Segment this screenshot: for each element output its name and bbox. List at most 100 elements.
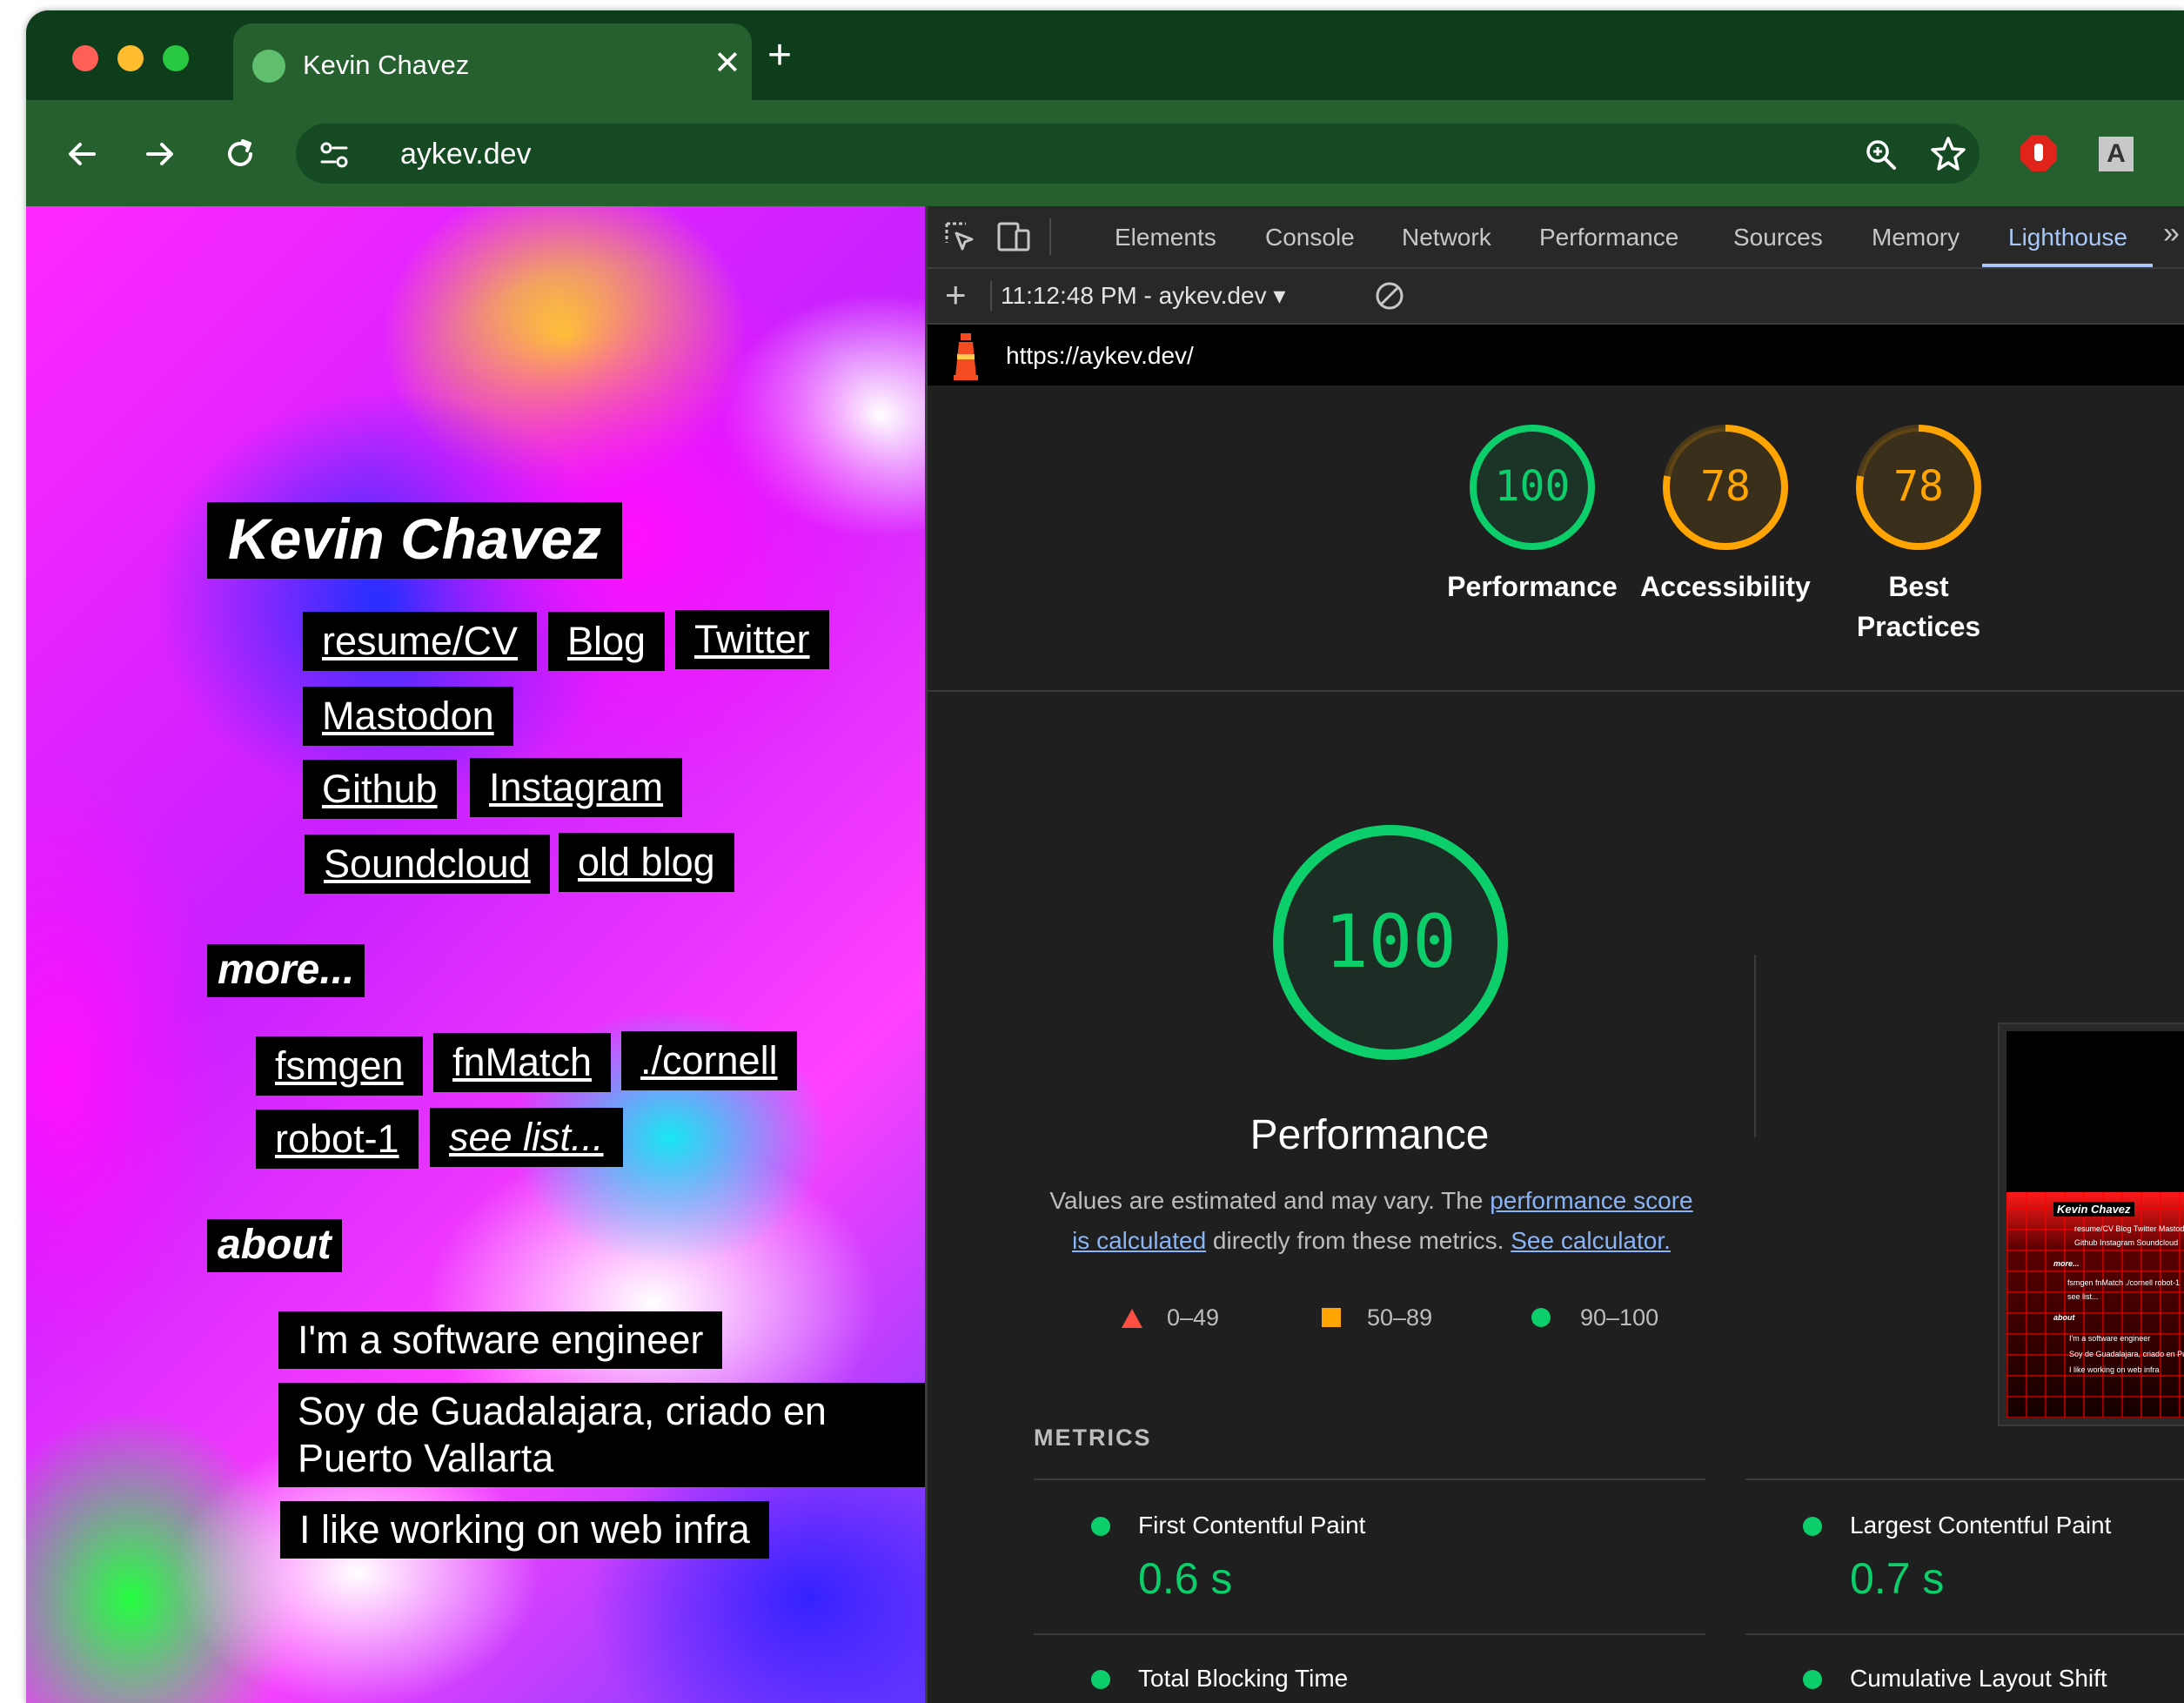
- thumbnail-about-3: I like working on web infra: [2069, 1365, 2160, 1374]
- about-line-1: I'm a software engineer: [278, 1311, 723, 1369]
- performance-score-large: 100: [1324, 899, 1457, 984]
- device-toolbar-icon[interactable]: [995, 220, 1032, 253]
- bookmark-star-icon[interactable]: [1928, 134, 1968, 174]
- best-practices-gauge[interactable]: 78: [1853, 422, 1984, 553]
- metrics-rule: [1745, 1478, 2184, 1480]
- maximize-window-button[interactable]: [163, 45, 189, 71]
- metrics-rule: [1034, 1633, 1705, 1635]
- accessibility-label: Accessibility: [1640, 571, 1811, 602]
- profile-avatar-icon[interactable]: A: [2099, 137, 2134, 171]
- lcp-pass-icon: [1803, 1517, 1822, 1536]
- report-select[interactable]: 11:12:48 PM - aykev.dev ▾: [1001, 281, 1285, 310]
- minimize-window-button[interactable]: [117, 45, 144, 71]
- tab-lighthouse[interactable]: Lighthouse: [2008, 224, 2127, 251]
- vertical-divider: [1754, 955, 1756, 1137]
- report-select-value: 11:12:48 PM - aykev.dev: [1001, 282, 1267, 309]
- tab-sources[interactable]: Sources: [1733, 224, 1823, 251]
- best-practices-label-part: Practices: [1856, 611, 1981, 642]
- performance-title: Performance: [1249, 1112, 1490, 1158]
- active-tab-indicator: [1982, 264, 2153, 267]
- more-tabs-icon[interactable]: »: [2163, 217, 2180, 251]
- inspect-element-icon[interactable]: [943, 220, 976, 253]
- fail-triangle-icon: [1122, 1309, 1142, 1328]
- see-calculator-link[interactable]: See calculator.: [1511, 1227, 1671, 1254]
- dropdown-arrow-icon: ▾: [1273, 282, 1286, 309]
- lighthouse-toolbar: + 11:12:48 PM - aykev.dev ▾: [928, 269, 2184, 325]
- report-url: https://aykev.dev/: [1006, 342, 1194, 369]
- fcp-pass-icon: [1091, 1517, 1110, 1536]
- about-line-2: Soy de Guadalajara, criado en Puerto Val…: [278, 1383, 925, 1487]
- metrics-rule: [1745, 1633, 2184, 1635]
- tab-console[interactable]: Console: [1265, 224, 1355, 251]
- metric-tbt-name: Total Blocking Time: [1138, 1665, 1349, 1692]
- metric-lcp-name: Largest Contentful Paint: [1850, 1512, 2112, 1539]
- final-screenshot-thumbnail[interactable]: Kevin Chavez resume/CV Blog Twitter Mast…: [1998, 1022, 2184, 1426]
- accessibility-gauge[interactable]: 78: [1660, 422, 1791, 553]
- tab-title: Kevin Chavez: [303, 50, 470, 80]
- link-instagram[interactable]: Instagram: [470, 758, 683, 817]
- desc-prefix: Values are estimated and may vary. The: [1049, 1187, 1491, 1214]
- legend-pass: 90–100: [1580, 1304, 1659, 1331]
- lighthouse-logo-icon: [954, 333, 978, 380]
- average-square-icon: [1322, 1308, 1341, 1327]
- thumbnail-title: Kevin Chavez: [2053, 1202, 2134, 1217]
- adblock-extension-icon[interactable]: [2019, 133, 2059, 173]
- thumbnail-projects: fsmgen fnMatch ./cornell robot-1: [2067, 1278, 2181, 1287]
- link-mastodon[interactable]: Mastodon: [303, 687, 513, 746]
- forward-icon[interactable]: [139, 133, 181, 175]
- performance-score: 100: [1495, 462, 1571, 511]
- url-text: aykev.dev: [400, 137, 532, 171]
- link-blog[interactable]: Blog: [548, 612, 666, 671]
- link-old-blog[interactable]: old blog: [559, 833, 734, 892]
- link-github[interactable]: Github: [303, 760, 457, 819]
- performance-gauge[interactable]: 100: [1467, 422, 1598, 553]
- link-cornell[interactable]: ./cornell: [621, 1031, 797, 1090]
- tab-memory[interactable]: Memory: [1872, 224, 1960, 251]
- cls-pass-icon: [1803, 1670, 1822, 1689]
- accessibility-score: 78: [1700, 462, 1751, 511]
- tab-elements[interactable]: Elements: [1115, 224, 1216, 251]
- close-window-button[interactable]: [72, 45, 98, 71]
- link-fsmgen[interactable]: fsmgen: [256, 1036, 423, 1096]
- browser-toolbar: aykev.dev A: [26, 100, 2184, 206]
- browser-window: Kevin Chavez ✕ + aykev.dev A Kevin Chave…: [26, 10, 2184, 1703]
- link-twitter[interactable]: Twitter: [675, 610, 829, 669]
- tab-close-icon[interactable]: ✕: [713, 43, 741, 84]
- new-report-icon[interactable]: +: [945, 274, 967, 316]
- tab-network[interactable]: Network: [1402, 224, 1491, 251]
- link-robot-1[interactable]: robot-1: [256, 1110, 419, 1169]
- metrics-heading: METRICS: [1034, 1425, 1152, 1451]
- devtools-tab-bar: Elements Console Network Performance Sou…: [928, 206, 2184, 269]
- metrics-rule: [1034, 1478, 1705, 1480]
- about-line-3: I like working on web infra: [280, 1501, 769, 1559]
- new-tab-icon[interactable]: +: [767, 35, 792, 77]
- link-fnmatch[interactable]: fnMatch: [433, 1033, 612, 1092]
- address-bar[interactable]: aykev.dev: [296, 124, 1980, 184]
- tbt-pass-icon: [1091, 1670, 1110, 1689]
- performance-label: Performance: [1447, 571, 1618, 602]
- metric-fcp-value: 0.6 s: [1138, 1554, 1233, 1603]
- zoom-icon[interactable]: [1862, 136, 1900, 174]
- divider: [990, 281, 992, 311]
- desc-middle: directly from these metrics.: [1206, 1227, 1511, 1254]
- link-soundcloud[interactable]: Soundcloud: [305, 835, 550, 894]
- back-icon[interactable]: [61, 133, 103, 175]
- favicon-icon: [252, 50, 285, 83]
- about-heading: about: [207, 1219, 342, 1272]
- performance-description: Values are estimated and may vary. The p…: [1041, 1181, 1702, 1261]
- tab-performance[interactable]: Performance: [1539, 224, 1678, 251]
- tab-strip: Kevin Chavez ✕ +: [26, 10, 2184, 111]
- site-settings-icon[interactable]: [315, 136, 353, 174]
- link-see-list[interactable]: see list...: [430, 1108, 623, 1167]
- metric-lcp-value: 0.7 s: [1850, 1554, 1945, 1603]
- performance-gauge-large: 100: [1273, 825, 1508, 1060]
- reload-icon[interactable]: [219, 133, 261, 175]
- devtools-panel: Elements Console Network Performance Sou…: [925, 206, 2184, 1703]
- link-resume[interactable]: resume/CV: [303, 612, 538, 671]
- more-heading: more...: [207, 944, 365, 997]
- clear-reports-icon[interactable]: [1373, 279, 1406, 312]
- pass-circle-icon: [1531, 1308, 1551, 1327]
- thumbnail-see-list: see list...: [2067, 1292, 2099, 1301]
- browser-tab[interactable]: Kevin Chavez ✕: [233, 23, 752, 111]
- page-viewport: Kevin Chavez resume/CV Blog Twitter Mast…: [26, 206, 925, 1703]
